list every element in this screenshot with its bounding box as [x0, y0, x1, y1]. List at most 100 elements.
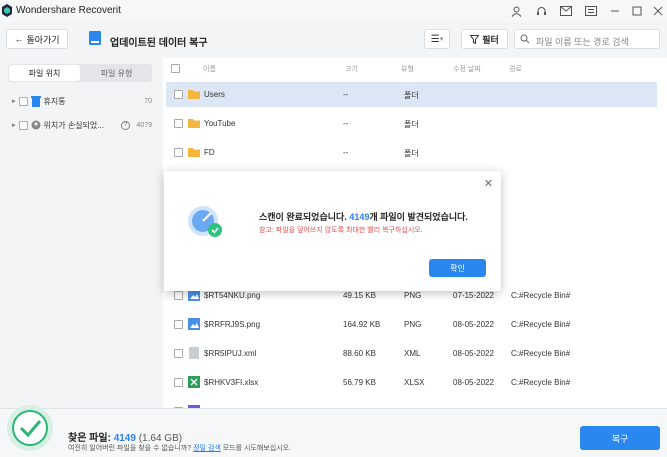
- back-button[interactable]: ← 돌아가기: [6, 29, 68, 49]
- table-row[interactable]: FD -- 폴더: [166, 140, 657, 165]
- ok-button[interactable]: 확인: [429, 259, 486, 277]
- maximize-icon[interactable]: [629, 3, 645, 19]
- recover-button[interactable]: 복구: [580, 426, 660, 450]
- search-placeholder: 파일 이름 또는 경로 검색: [536, 37, 629, 47]
- row-checkbox[interactable]: [174, 148, 183, 157]
- table-row[interactable]: $IFOP5YU.mp4128 BMP402-11-2021D:#Recycle…: [166, 399, 657, 417]
- file-modified: 07-15-2022: [453, 291, 494, 300]
- file-name: $RHKV3FI.xlsx: [204, 378, 259, 387]
- file-size: --: [343, 90, 349, 99]
- scan-complete-dialog: ✕ 스캔이 완료되었습니다. 4149개 파일이 발견되었습니다. 참고: 파일…: [164, 171, 501, 291]
- table-row[interactable]: YouTube -- 폴더: [166, 111, 657, 136]
- scan-note: 참고: 파일을 덮어쓰지 않도록 최대한 빨리 복구하십시오.: [259, 227, 423, 234]
- table-row[interactable]: $RR5IPUJ.xml 88.60 KB XML 08-05-2022 C:#Recy…: [166, 341, 657, 366]
- excel-icon: [188, 376, 200, 388]
- close-icon[interactable]: ✕: [484, 177, 493, 190]
- tree-item-recycle-bin[interactable]: ▸ 휴지통 70: [12, 93, 152, 109]
- file-name: $RR5IPUJ.xml: [204, 349, 257, 358]
- mail-icon[interactable]: [558, 3, 574, 19]
- folder-icon: [188, 117, 200, 129]
- file-size: 88.60 KB: [343, 349, 376, 358]
- found-files-summary: 찾은 파일: 4149 (1.64 GB): [68, 429, 182, 444]
- scan-result-message: 스캔이 완료되었습니다. 4149개 파일이 발견되었습니다.: [259, 210, 468, 223]
- checkbox[interactable]: [18, 120, 28, 130]
- column-modified[interactable]: 수정 날짜: [453, 64, 481, 74]
- file-type: XML: [404, 349, 421, 358]
- file-type: PNG: [404, 320, 422, 329]
- file-type: 폴더: [404, 91, 419, 100]
- column-path[interactable]: 경로: [509, 64, 522, 74]
- table-row[interactable]: $RHKV3FI.xlsx 56.79 KB XLSX 08-05-2022 C:#Re…: [166, 370, 657, 395]
- file-path: C:#Recycle Bin#: [511, 378, 571, 387]
- recycle-bin-icon: [30, 95, 41, 107]
- table-row[interactable]: Users -- 폴더: [166, 82, 657, 107]
- support-icon[interactable]: [533, 3, 549, 19]
- deep-scan-hint: 여전히 일어버린 파일을 찾을 수 없습니까? 정밀 검색 모드를 시도해보십시…: [68, 443, 291, 453]
- app-logo-icon: [2, 4, 12, 17]
- filter-label: 필터: [482, 34, 499, 45]
- column-size[interactable]: 크기: [345, 64, 358, 74]
- expand-icon[interactable]: ▸: [12, 121, 16, 129]
- row-checkbox[interactable]: [174, 378, 183, 387]
- file-size: 56.79 KB: [343, 378, 376, 387]
- image-icon: [188, 318, 200, 330]
- check-circle-icon: [7, 405, 53, 451]
- select-all-checkbox[interactable]: [171, 64, 180, 73]
- row-checkbox[interactable]: [174, 349, 183, 358]
- account-icon[interactable]: [508, 3, 524, 19]
- folder-icon: [188, 146, 200, 158]
- scan-result-count: 4149: [349, 212, 370, 222]
- file-path: C:#Recycle Bin#: [511, 320, 571, 329]
- file-name: YouTube: [204, 119, 236, 128]
- filter-button[interactable]: 필터: [461, 29, 508, 49]
- minimize-icon[interactable]: [607, 3, 623, 19]
- menu-icon[interactable]: [583, 3, 599, 19]
- scan-complete-icon: [188, 206, 222, 237]
- column-name[interactable]: 이름: [203, 64, 216, 74]
- scan-result-suffix: 개 파일이 발견되었습니다.: [369, 212, 468, 222]
- row-checkbox[interactable]: [174, 119, 183, 128]
- drive-icon: [89, 31, 101, 45]
- tree-item-lost-location[interactable]: ▸ 위치가 손실되었... ? 4079: [12, 117, 152, 133]
- file-type: 폴더: [404, 149, 419, 158]
- view-mode-button[interactable]: ☰ ▾: [424, 29, 450, 49]
- search-icon: [520, 34, 530, 44]
- file-name: Users: [204, 90, 225, 99]
- toolbar: ← 돌아가기 업데이트된 데이터 복구 ☰ ▾ 필터 파일 이름 또는 경로 검색: [0, 22, 667, 58]
- hint-suffix: 모드를 시도해보십시오.: [220, 445, 292, 452]
- xml-icon: [188, 347, 200, 359]
- title-bar: Wondershare Recoverit: [0, 0, 667, 22]
- deep-scan-link[interactable]: 정밀 검색: [193, 445, 221, 452]
- help-icon[interactable]: ?: [121, 120, 130, 130]
- file-type: PNG: [404, 291, 422, 300]
- file-size: 164.92 KB: [343, 320, 381, 329]
- checkbox[interactable]: [18, 96, 28, 106]
- folder-icon: [188, 88, 200, 100]
- file-type: XLSX: [404, 378, 425, 387]
- file-modified: 08-05-2022: [453, 320, 494, 329]
- chevron-down-icon: ▾: [439, 36, 444, 43]
- column-type[interactable]: 유형: [401, 64, 414, 74]
- file-modified: 08-05-2022: [453, 349, 494, 358]
- file-modified: 08-05-2022: [453, 378, 494, 387]
- tree-item-label: 위치가 손실되었...: [43, 120, 104, 130]
- row-checkbox[interactable]: [174, 320, 183, 329]
- expand-icon[interactable]: ▸: [12, 97, 16, 105]
- row-checkbox[interactable]: [174, 90, 183, 99]
- hint-prefix: 여전히 일어버린 파일을 찾을 수 없습니까?: [68, 445, 192, 452]
- file-size: --: [343, 148, 349, 157]
- file-size: 49.15 KB: [343, 291, 376, 300]
- file-path: C:#Recycle Bin#: [511, 291, 571, 300]
- close-icon[interactable]: [650, 3, 666, 19]
- app-title: Wondershare Recoverit: [16, 5, 121, 16]
- file-name: FD: [204, 148, 215, 157]
- table-header: 이름 크기 유형 수정 날짜 경로: [163, 58, 667, 80]
- file-name: $RRFRJ9S.png: [204, 320, 261, 329]
- file-name: $RT54NKU.png: [204, 291, 261, 300]
- sidebar: [5, 58, 158, 408]
- arrow-left-icon: ←: [14, 34, 24, 44]
- tab-file-location[interactable]: 파일 위치: [9, 65, 80, 81]
- tab-file-type[interactable]: 파일 유형: [81, 64, 152, 82]
- table-row[interactable]: $RRFRJ9S.png 164.92 KB PNG 08-05-2022 C:#Rec…: [166, 312, 657, 337]
- row-checkbox[interactable]: [174, 291, 183, 300]
